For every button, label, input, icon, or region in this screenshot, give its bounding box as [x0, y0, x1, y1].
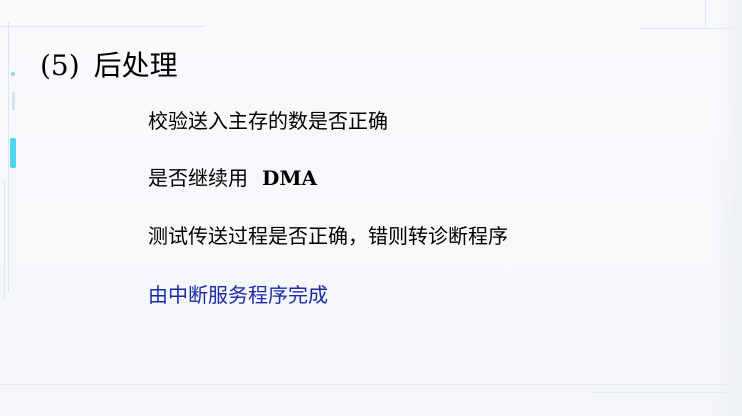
frame-line-left-vertical	[8, 22, 9, 292]
frame-line-right-vertical	[705, 0, 706, 28]
accent-dot	[11, 72, 15, 76]
bullet-test-transfer: 测试传送过程是否正确，错则转诊断程序	[148, 221, 508, 251]
bullet-text: 测试传送过程是否正确，错则转诊断程序	[148, 224, 508, 248]
dma-term: DMA	[262, 166, 317, 190]
bullet-verify-memory: 校验送入主存的数是否正确	[148, 106, 388, 136]
bullet-text: 校验送入主存的数是否正确	[148, 109, 388, 133]
section-number: (5)	[40, 49, 80, 82]
accent-bar	[10, 138, 16, 168]
accent-bar-small	[12, 92, 15, 110]
bullet-text: 由中断服务程序完成	[148, 283, 328, 307]
right-edge-fade	[712, 0, 742, 416]
bullet-continue-dma: 是否继续用 DMA	[148, 163, 317, 193]
frame-line-bottom	[0, 384, 742, 385]
frame-line-left-vertical-secondary	[4, 180, 5, 300]
bullet-interrupt-service: 由中断服务程序完成	[148, 280, 328, 310]
section-heading: (5) 后处理	[40, 46, 178, 86]
frame-line-top-left	[0, 26, 205, 27]
slide: (5) 后处理 校验送入主存的数是否正确 是否继续用 DMA 测试传送过程是否正确，…	[0, 0, 742, 416]
bullet-text: 是否继续用	[148, 166, 248, 190]
section-title: 后处理	[93, 49, 178, 82]
